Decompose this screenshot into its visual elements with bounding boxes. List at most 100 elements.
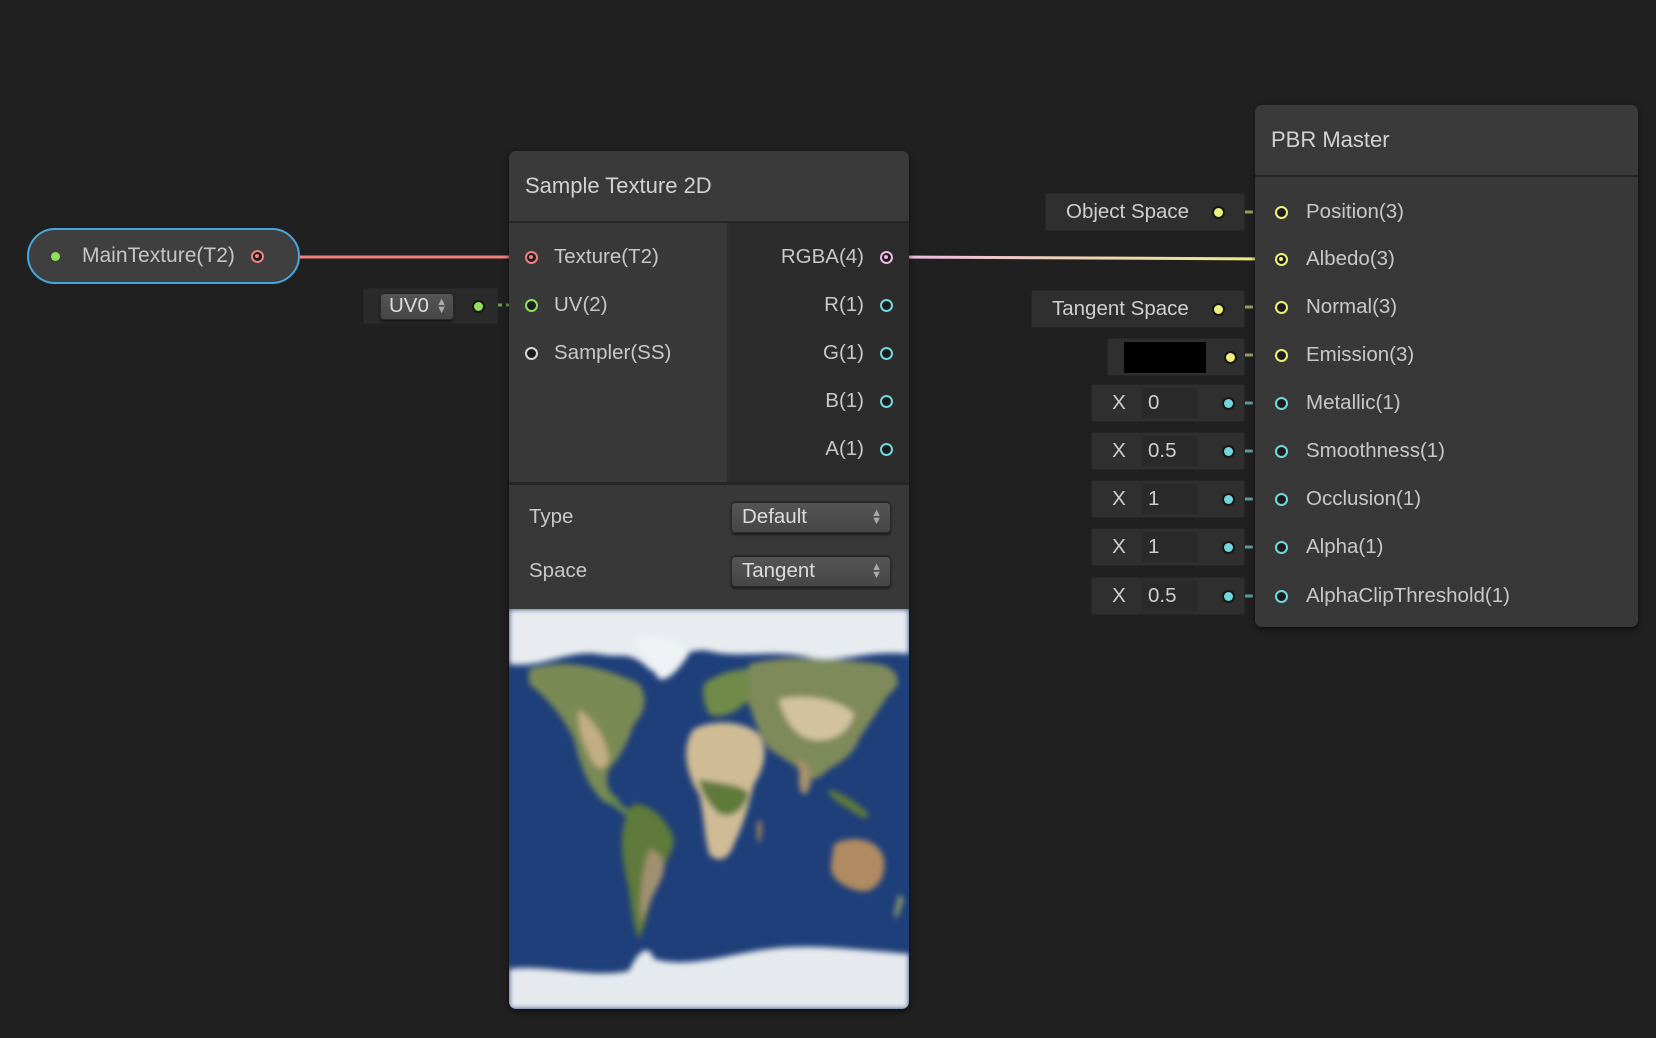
output-ports: RGBA(4) R(1) G(1) B(1) A(1) [729, 223, 909, 482]
input-port-emission[interactable]: Emission(3) [1275, 340, 1414, 370]
position-default-box: Object Space [1045, 193, 1245, 231]
port-circle-icon[interactable] [880, 250, 893, 264]
port-circle-icon[interactable] [1275, 348, 1288, 362]
port-circle-icon[interactable] [1275, 396, 1288, 410]
float-input[interactable]: 0.5 [1142, 436, 1198, 466]
input-port-metallic[interactable]: Metallic(1) [1275, 388, 1401, 418]
port-label: Texture(T2) [554, 245, 659, 268]
port-label: Emission(3) [1306, 343, 1415, 366]
updown-arrows-icon: ▲ ▼ [871, 561, 882, 581]
emission-color-swatch[interactable] [1124, 341, 1206, 373]
pbr-master-node[interactable]: PBR Master Position(3) Albedo(3) Normal(3)… [1255, 105, 1638, 627]
port-label: Sampler(SS) [554, 341, 672, 364]
port-circle-icon[interactable] [1275, 205, 1288, 219]
type-value: Default [742, 505, 807, 528]
space-setting: Space Tangent ▲ ▼ [529, 554, 891, 588]
normal-slot-dot [1214, 304, 1223, 314]
node-title: Sample Texture 2D [525, 173, 712, 198]
type-dropdown[interactable]: Default ▲ ▼ [731, 501, 891, 533]
node-settings: Type Default ▲ ▼ Space Tangent ▲ ▼ [509, 482, 909, 607]
float-input[interactable]: 0.5 [1142, 581, 1198, 611]
input-ports: Texture(T2) UV(2) Sampler(SS) [509, 223, 729, 482]
port-circle-icon[interactable] [1275, 444, 1288, 458]
float-default-box: X 0.5 [1091, 577, 1245, 615]
axis-label: X [1112, 535, 1126, 558]
axis-label: X [1112, 487, 1126, 510]
input-port-sampler[interactable]: Sampler(SS) [525, 338, 671, 368]
updown-arrows-icon: ▲ ▼ [436, 296, 447, 316]
space-value: Tangent [742, 559, 815, 582]
port-circle-icon[interactable] [1275, 589, 1288, 603]
port-label: Albedo(3) [1306, 247, 1395, 270]
input-port-smoothness[interactable]: Smoothness(1) [1275, 436, 1445, 466]
port-circle-icon[interactable] [880, 298, 893, 312]
input-port-normal[interactable]: Normal(3) [1275, 292, 1397, 322]
emission-slot-dot [1226, 352, 1235, 362]
port-circle-icon[interactable] [880, 346, 893, 360]
axis-label: X [1112, 391, 1126, 414]
uv-channel-value: UV0 [389, 294, 429, 317]
normal-space-value[interactable]: Tangent Space [1052, 297, 1214, 321]
property-label: MainTexture(T2) [82, 244, 235, 267]
input-port-alphaclipthreshold[interactable]: AlphaClipThreshold(1) [1275, 581, 1510, 611]
port-circle-icon[interactable] [525, 250, 538, 264]
output-port-main-texture[interactable] [250, 249, 264, 263]
shader-graph-canvas[interactable]: { "property_node": { "label": "MainTextu… [0, 0, 1656, 1038]
node-header[interactable]: Sample Texture 2D [509, 151, 909, 223]
output-port-rgba[interactable]: RGBA(4) [781, 242, 893, 272]
type-setting: Type Default ▲ ▼ [529, 500, 891, 534]
edge-rgba-to-albedo[interactable] [894, 255, 1281, 261]
float-input[interactable]: 0 [1142, 388, 1198, 418]
space-dropdown[interactable]: Tangent ▲ ▼ [731, 555, 891, 587]
slot-dot [1224, 591, 1233, 601]
port-label: Normal(3) [1306, 295, 1398, 318]
port-circle-icon[interactable] [880, 442, 893, 456]
port-circle-icon[interactable] [880, 394, 893, 408]
port-label: RGBA(4) [780, 245, 864, 268]
port-label: UV(2) [554, 293, 608, 316]
port-circle-icon[interactable] [525, 298, 538, 312]
position-space-value[interactable]: Object Space [1066, 200, 1214, 224]
output-port-a[interactable]: A(1) [825, 434, 893, 464]
input-port-texture[interactable]: Texture(T2) [525, 242, 659, 272]
port-label: R(1) [824, 293, 864, 316]
input-port-position[interactable]: Position(3) [1275, 197, 1404, 227]
space-label: Space [529, 559, 588, 582]
output-port-g[interactable]: G(1) [823, 338, 893, 368]
port-label: AlphaClipThreshold(1) [1306, 584, 1510, 607]
slot-dot [1224, 542, 1233, 552]
float-default-box: X1 [1091, 480, 1245, 518]
position-slot-dot [1214, 207, 1223, 217]
property-indicator-dot [51, 251, 60, 261]
port-label: A(1) [825, 437, 864, 460]
slot-dot [1224, 446, 1233, 456]
node-header[interactable]: PBR Master [1255, 105, 1638, 177]
port-label: Smoothness(1) [1306, 439, 1446, 462]
float-default-box: X1 [1091, 528, 1245, 566]
output-port-r[interactable]: R(1) [824, 290, 893, 320]
axis-label: X [1112, 439, 1126, 462]
port-circle-icon[interactable] [1275, 540, 1288, 554]
input-port-alpha[interactable]: Alpha(1) [1275, 532, 1384, 562]
uv-default-control: UV0 ▲ ▼ [363, 288, 498, 324]
input-port-uv[interactable]: UV(2) [525, 290, 608, 320]
normal-default-box: Tangent Space [1031, 290, 1245, 328]
port-circle-icon[interactable] [525, 346, 538, 360]
port-circle-icon[interactable] [1275, 252, 1288, 266]
sample-texture-2d-node[interactable]: Sample Texture 2D Texture(T2) UV(2) Samp… [509, 151, 909, 1009]
output-port-b[interactable]: B(1) [825, 386, 893, 416]
uv-channel-dropdown[interactable]: UV0 ▲ ▼ [380, 292, 454, 320]
float-input[interactable]: 1 [1142, 532, 1198, 562]
port-circle-icon[interactable] [1275, 492, 1288, 506]
property-node-main-texture[interactable]: MainTexture(T2) [27, 228, 300, 284]
port-circle-icon[interactable] [1275, 300, 1288, 314]
port-label: Occlusion(1) [1306, 487, 1422, 510]
type-label: Type [529, 505, 574, 528]
input-port-occlusion[interactable]: Occlusion(1) [1275, 484, 1421, 514]
port-label: Alpha(1) [1306, 535, 1384, 558]
texture-preview [509, 609, 909, 1009]
float-input[interactable]: 1 [1142, 484, 1198, 514]
input-port-albedo[interactable]: Albedo(3) [1275, 244, 1395, 274]
input-ports: Position(3) Albedo(3) Normal(3) Emission(3)… [1255, 177, 1638, 627]
float-default-box: X 0.5 [1091, 432, 1245, 470]
